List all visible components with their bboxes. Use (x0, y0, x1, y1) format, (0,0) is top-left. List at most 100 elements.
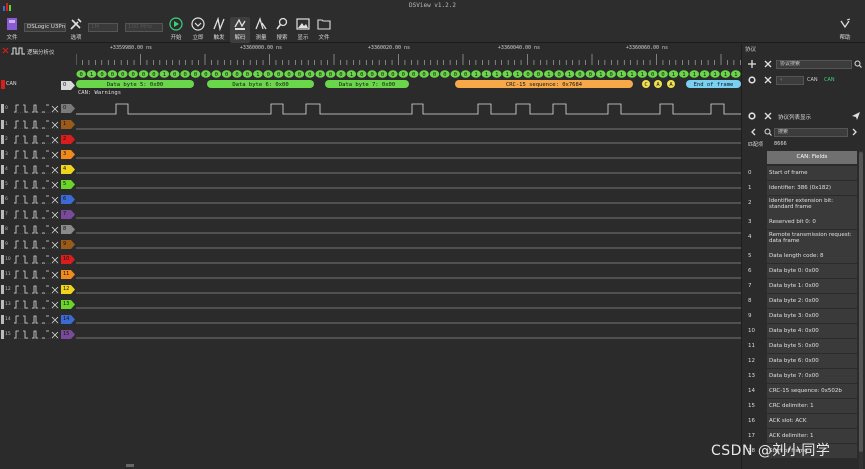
channel-select-handle[interactable] (1, 210, 4, 219)
field-row[interactable]: 16 ACK slot: ACK (746, 414, 858, 428)
field-row[interactable]: 4 Remote transmission request: data frame (746, 230, 858, 249)
channel-select-handle[interactable] (1, 240, 4, 249)
trigger-type-icons[interactable] (14, 165, 60, 174)
trigger-type-icons[interactable] (14, 104, 60, 113)
channel-tag[interactable]: 12 (61, 285, 75, 294)
close-icon[interactable] (2, 47, 9, 54)
display-button[interactable]: 显示 (293, 17, 313, 43)
channel-select-handle[interactable] (1, 330, 4, 339)
can-decoded-segment[interactable]: End of frame (686, 80, 741, 88)
channel-tag[interactable]: 0 (61, 104, 75, 113)
add-icon[interactable] (748, 60, 756, 68)
instant-button[interactable]: 立即 (188, 17, 208, 43)
channel-row[interactable]: 11 11 (0, 269, 76, 281)
channel-tag[interactable]: 13 (61, 300, 75, 309)
channel-select-handle[interactable] (1, 120, 4, 129)
measure-button[interactable]: 测量 (251, 17, 271, 43)
channel-tag[interactable]: 1 (61, 120, 75, 129)
file-button[interactable]: 文件 (2, 17, 22, 43)
trigger-type-icons[interactable] (14, 120, 60, 129)
field-row[interactable]: 15 CRC delimiter: 1 (746, 399, 858, 413)
trigger-type-icons[interactable] (14, 255, 60, 264)
channel-row[interactable]: 88 (0, 224, 76, 236)
sample-count-select[interactable]: 1M (88, 23, 118, 32)
analyzer-tab[interactable]: 逻辑分析仪 (0, 44, 70, 58)
channel-tag[interactable]: 5 (61, 180, 75, 189)
channel-tag[interactable]: 15 (61, 330, 75, 339)
channel-tag[interactable]: 2 (61, 135, 75, 144)
field-row[interactable]: 9 Data byte 3: 0x00 (746, 309, 858, 323)
channel-row[interactable]: 13 13 (0, 299, 76, 311)
trigger-type-icons[interactable] (14, 300, 60, 309)
trigger-type-icons[interactable] (14, 225, 60, 234)
channel-select-handle[interactable] (1, 195, 4, 204)
fields-scrollbar-thumb[interactable] (859, 152, 863, 452)
gear-icon[interactable] (748, 112, 756, 120)
trigger-type-icons[interactable] (14, 270, 60, 279)
can-decoded-segment[interactable]: C (642, 80, 650, 88)
channel-tag[interactable]: 6 (61, 195, 75, 204)
channel-select-handle[interactable] (1, 315, 4, 324)
list-search-input[interactable]: 搜索 (774, 128, 848, 137)
channel-select-handle[interactable] (1, 165, 4, 174)
trigger-button[interactable]: 触发 (209, 17, 229, 43)
channel-select-handle[interactable] (1, 225, 4, 234)
chevron-left-icon[interactable] (750, 128, 757, 136)
channel-row[interactable]: 55 (0, 179, 76, 191)
can-decoded-segment[interactable]: Data byte 7: 0x00 (325, 80, 409, 88)
horizontal-scrollbar-thumb[interactable] (126, 464, 134, 467)
channel-row[interactable]: 00 (0, 103, 76, 115)
chevron-right-icon[interactable] (851, 128, 858, 136)
field-row[interactable]: 11 Data byte 5: 0x00 (746, 339, 858, 353)
trigger-type-icons[interactable] (14, 210, 60, 219)
channel-tag[interactable]: 11 (61, 270, 75, 279)
waveform-view[interactable]: 0 1 0 0 0 0 0 0 1 0 0 0 0 0 0 0 0 1 0 0 0 0 0 0 0 0 1 0 0 0 0 0 0 0 0 0 0 0 1 1… (76, 66, 741, 458)
trigger-type-icons[interactable] (14, 315, 60, 324)
trigger-type-icons[interactable] (14, 330, 60, 339)
channel-tag[interactable]: 4 (61, 165, 75, 174)
fields-column-header[interactable]: CAN: Fields (767, 151, 857, 164)
channel-row[interactable]: 10 10 (0, 254, 76, 266)
field-row[interactable]: 5 Data length code: 8 (746, 249, 858, 263)
channel-row[interactable]: 15 15 (0, 329, 76, 341)
channel-select-handle[interactable] (1, 255, 4, 264)
channel-select-handle[interactable] (1, 285, 4, 294)
channel-row[interactable]: 44 (0, 164, 76, 176)
channel-tag[interactable]: 9 (61, 240, 75, 249)
search-icon[interactable] (854, 60, 862, 68)
can-decoded-segment[interactable]: A (667, 80, 675, 88)
field-row[interactable]: 3 Reserved bit 0: 0 (746, 215, 858, 229)
channel-tag[interactable]: 14 (61, 315, 75, 324)
field-row[interactable]: 12 Data byte 6: 0x00 (746, 354, 858, 368)
sample-rate-select[interactable]: 100 MHz (125, 23, 163, 32)
channel-select-handle[interactable] (1, 180, 4, 189)
field-row[interactable]: 0 Start of frame (746, 166, 858, 180)
send-icon[interactable] (852, 112, 860, 120)
channel-row[interactable]: 99 (0, 239, 76, 251)
channel-row[interactable]: 22 (0, 134, 76, 146)
field-row[interactable]: 2 Identifier extension bit: standard fram… (746, 196, 858, 215)
close-icon[interactable] (764, 60, 772, 68)
file-menu-button[interactable]: 文件 (314, 17, 334, 43)
channel-tag[interactable]: 7 (61, 210, 75, 219)
channel-row[interactable]: 14 14 (0, 314, 76, 326)
can-decoded-segment[interactable]: A (654, 80, 662, 88)
trigger-type-icons[interactable] (14, 150, 60, 159)
can-decoded-segment[interactable]: Data byte 6: 0x00 (207, 80, 314, 88)
can-decoded-segment[interactable]: CRC-15 sequence: 0x7684 (455, 80, 633, 88)
field-row[interactable]: 10 Data byte 4: 0x00 (746, 324, 858, 338)
decoder-select[interactable]: ▾ (776, 76, 804, 85)
time-ruler[interactable]: +3359980.00 ns +3360000.00 ns +3360020.0… (76, 44, 741, 66)
channel-row[interactable]: 66 (0, 194, 76, 206)
field-row[interactable]: 7 Data byte 1: 0x00 (746, 279, 858, 293)
close-icon[interactable] (764, 76, 772, 84)
gear-icon[interactable] (748, 76, 756, 84)
search-button[interactable]: 搜索 (272, 17, 292, 43)
decode-button[interactable]: 解码 (230, 17, 250, 43)
field-row[interactable]: 13 Data byte 7: 0x00 (746, 369, 858, 383)
field-row[interactable]: 1 Identifier: 386 (0x182) (746, 181, 858, 195)
channel-row[interactable]: 33 (0, 149, 76, 161)
channel-tag[interactable]: 10 (61, 255, 75, 264)
channel-tag[interactable]: 8 (61, 225, 75, 234)
close-icon[interactable] (764, 112, 772, 120)
